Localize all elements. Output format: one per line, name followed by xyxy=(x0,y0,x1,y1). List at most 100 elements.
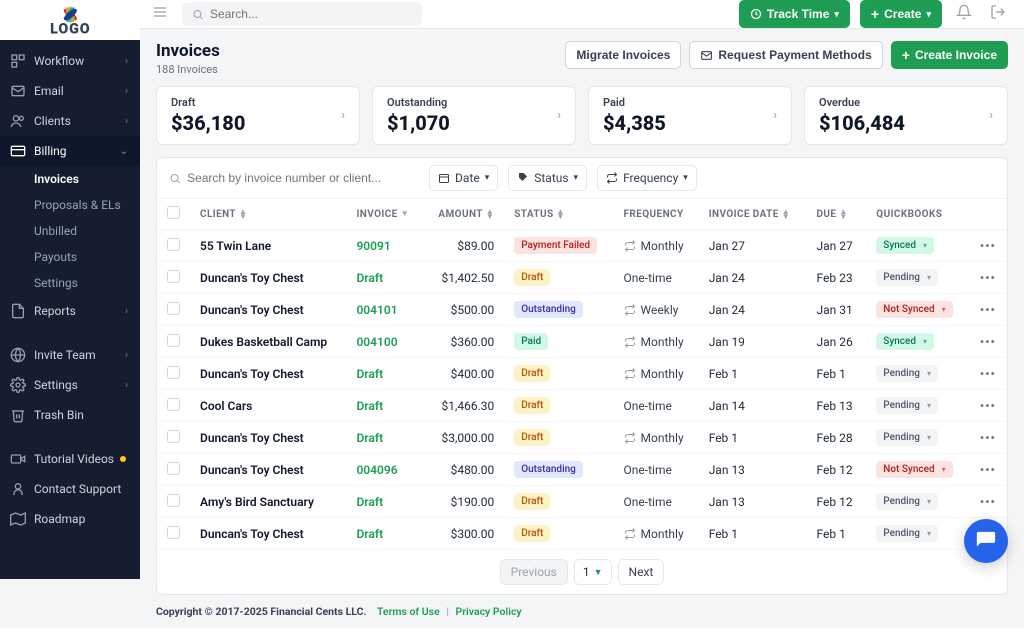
track-time-button[interactable]: Track Time ▾ xyxy=(739,0,850,28)
row-actions-button[interactable]: ••• xyxy=(969,230,1007,262)
global-search-input[interactable] xyxy=(210,7,412,21)
table-row[interactable]: Duncan's Toy Chest Draft $400.00 Draft M… xyxy=(157,358,1007,390)
row-actions-button[interactable]: ••• xyxy=(969,486,1007,518)
sidebar-sub-settings[interactable]: Settings xyxy=(0,270,140,296)
create-invoice-button[interactable]: + Create Invoice xyxy=(891,41,1008,69)
stat-card[interactable]: Draft $36,180 › xyxy=(156,86,360,145)
terms-link[interactable]: Terms of Use xyxy=(377,605,440,618)
sidebar-item-billing[interactable]: Billing ⌄ xyxy=(0,136,140,166)
row-checkbox[interactable] xyxy=(167,302,180,315)
stat-card[interactable]: Overdue $106,484 › xyxy=(804,86,1008,145)
column-invoice[interactable]: INVOICE▼ xyxy=(346,199,423,230)
qb-badge[interactable]: Synced▾ xyxy=(876,333,934,350)
row-actions-button[interactable]: ••• xyxy=(969,326,1007,358)
column-amount[interactable]: AMOUNT▲▼ xyxy=(424,199,505,230)
row-actions-button[interactable]: ••• xyxy=(969,454,1007,486)
row-checkbox[interactable] xyxy=(167,366,180,379)
stat-card[interactable]: Paid $4,385 › xyxy=(588,86,792,145)
qb-badge[interactable]: Synced▾ xyxy=(876,237,934,254)
cell-invoice[interactable]: Draft xyxy=(346,422,423,454)
row-checkbox[interactable] xyxy=(167,526,180,539)
cell-invoice[interactable]: Draft xyxy=(346,518,423,550)
select-all-checkbox[interactable] xyxy=(167,206,180,219)
sidebar-sub-proposals[interactable]: Proposals & ELs xyxy=(0,192,140,218)
filter-frequency[interactable]: Frequency ▾ xyxy=(597,165,697,191)
qb-badge[interactable]: Pending▾ xyxy=(876,365,938,382)
cell-invoice[interactable]: 004096 xyxy=(346,454,423,486)
qb-badge[interactable]: Pending▾ xyxy=(876,397,938,414)
cell-quickbooks[interactable]: Pending▾ xyxy=(866,518,968,550)
global-search[interactable] xyxy=(182,2,422,26)
cell-quickbooks[interactable]: Synced▾ xyxy=(866,326,968,358)
filter-date[interactable]: Date ▾ xyxy=(429,165,498,191)
sidebar-item-trash[interactable]: Trash Bin xyxy=(0,400,140,430)
column-status[interactable]: STATUS▲▼ xyxy=(504,199,613,230)
row-actions-button[interactable]: ••• xyxy=(969,294,1007,326)
table-row[interactable]: Dukes Basketball Camp 004100 $360.00 Pai… xyxy=(157,326,1007,358)
row-checkbox[interactable] xyxy=(167,270,180,283)
sidebar-sub-invoices[interactable]: Invoices xyxy=(0,166,140,192)
cell-quickbooks[interactable]: Pending▾ xyxy=(866,486,968,518)
sidebar-sub-unbilled[interactable]: Unbilled xyxy=(0,218,140,244)
row-actions-button[interactable]: ••• xyxy=(969,390,1007,422)
cell-invoice[interactable]: 004101 xyxy=(346,294,423,326)
qb-badge[interactable]: Pending▾ xyxy=(876,493,938,510)
cell-quickbooks[interactable]: Pending▾ xyxy=(866,422,968,454)
sidebar-item-settings[interactable]: Settings › xyxy=(0,370,140,400)
qb-badge[interactable]: Not Synced▾ xyxy=(876,301,952,318)
qb-badge[interactable]: Pending▾ xyxy=(876,429,938,446)
request-payment-button[interactable]: Request Payment Methods xyxy=(689,41,882,69)
row-checkbox[interactable] xyxy=(167,334,180,347)
row-actions-button[interactable]: ••• xyxy=(969,422,1007,454)
table-row[interactable]: Duncan's Toy Chest Draft $1,402.50 Draft… xyxy=(157,262,1007,294)
stat-card[interactable]: Outstanding $1,070 › xyxy=(372,86,576,145)
create-button[interactable]: + Create ▾ xyxy=(860,0,942,28)
previous-page-button[interactable]: Previous xyxy=(500,559,568,585)
cell-quickbooks[interactable]: Synced▾ xyxy=(866,230,968,262)
invoice-search-input[interactable] xyxy=(187,171,419,185)
chat-button[interactable] xyxy=(964,519,1008,563)
sidebar-sub-payouts[interactable]: Payouts xyxy=(0,244,140,270)
cell-invoice[interactable]: Draft xyxy=(346,486,423,518)
sidebar-item-email[interactable]: Email › xyxy=(0,76,140,106)
cell-invoice[interactable]: Draft xyxy=(346,262,423,294)
sidebar-item-clients[interactable]: Clients › xyxy=(0,106,140,136)
row-checkbox[interactable] xyxy=(167,494,180,507)
cell-invoice[interactable]: Draft xyxy=(346,390,423,422)
cell-quickbooks[interactable]: Pending▾ xyxy=(866,358,968,390)
logo[interactable]: LOGO xyxy=(0,0,140,40)
qb-badge[interactable]: Pending▾ xyxy=(876,525,938,542)
column-due[interactable]: DUE▲▼ xyxy=(806,199,866,230)
notifications-button[interactable] xyxy=(952,0,976,28)
sidebar-item-roadmap[interactable]: Roadmap xyxy=(0,504,140,534)
sidebar-item-support[interactable]: Contact Support xyxy=(0,474,140,504)
table-row[interactable]: Cool Cars Draft $1,466.30 Draft One-time… xyxy=(157,390,1007,422)
table-row[interactable]: Duncan's Toy Chest 004096 $480.00 Outsta… xyxy=(157,454,1007,486)
column-invoice-date[interactable]: INVOICE DATE▲▼ xyxy=(699,199,807,230)
cell-quickbooks[interactable]: Not Synced▾ xyxy=(866,454,968,486)
menu-toggle-button[interactable] xyxy=(148,0,172,28)
row-checkbox[interactable] xyxy=(167,462,180,475)
row-checkbox[interactable] xyxy=(167,398,180,411)
sidebar-item-workflow[interactable]: Workflow › xyxy=(0,46,140,76)
qb-badge[interactable]: Pending▾ xyxy=(876,269,938,286)
table-row[interactable]: Duncan's Toy Chest Draft $3,000.00 Draft… xyxy=(157,422,1007,454)
cell-quickbooks[interactable]: Pending▾ xyxy=(866,390,968,422)
sidebar-item-invite[interactable]: Invite Team › xyxy=(0,340,140,370)
row-actions-button[interactable]: ••• xyxy=(969,358,1007,390)
migrate-invoices-button[interactable]: Migrate Invoices xyxy=(565,41,681,69)
column-client[interactable]: CLIENT▲▼ xyxy=(190,199,346,230)
table-row[interactable]: 55 Twin Lane 90091 $89.00 Payment Failed… xyxy=(157,230,1007,262)
invoice-search[interactable] xyxy=(169,171,419,185)
next-page-button[interactable]: Next xyxy=(618,559,665,585)
sidebar-item-reports[interactable]: Reports › xyxy=(0,296,140,326)
privacy-link[interactable]: Privacy Policy xyxy=(456,605,522,618)
cell-quickbooks[interactable]: Not Synced▾ xyxy=(866,294,968,326)
cell-invoice[interactable]: 004100 xyxy=(346,326,423,358)
sidebar-item-tutorials[interactable]: Tutorial Videos xyxy=(0,444,140,474)
logout-button[interactable] xyxy=(986,0,1010,28)
cell-invoice[interactable]: Draft xyxy=(346,358,423,390)
table-row[interactable]: Amy's Bird Sanctuary Draft $190.00 Draft… xyxy=(157,486,1007,518)
row-actions-button[interactable]: ••• xyxy=(969,262,1007,294)
page-select[interactable]: 1▼ xyxy=(574,559,612,585)
